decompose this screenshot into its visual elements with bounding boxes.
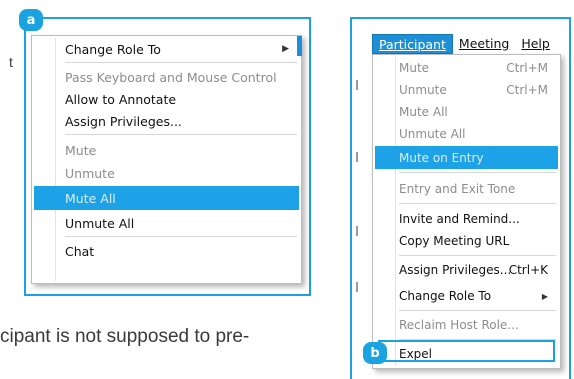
submenu-arrow-icon: ▶ [282, 44, 289, 54]
menu-item-label: Unmute All [399, 127, 466, 141]
menu-item-label: Unmute All [65, 215, 135, 231]
background-edge-mark [356, 80, 358, 90]
menu-item-label: Mute [65, 142, 97, 158]
menu-separator [65, 236, 297, 237]
menu-item-allow-to-annotate[interactable]: Allow to Annotate [34, 88, 299, 110]
background-edge-mark [356, 282, 358, 292]
background-text-fragment: t [9, 54, 13, 70]
callout-badge-a: a [19, 9, 43, 31]
menu-item-invite-and-remind[interactable]: Invite and Remind... [375, 208, 558, 230]
menu-item-label: Change Role To [65, 41, 161, 57]
menu-separator [65, 62, 297, 63]
menu-item-label: Mute on Entry [399, 150, 484, 165]
menu-item-label: Mute All [399, 105, 448, 119]
background-edge-mark [356, 152, 358, 162]
menu-item-entry-exit-tone[interactable]: Entry and Exit Tone [375, 178, 558, 200]
menu-separator [399, 310, 556, 311]
menu-item-label: Expel [399, 347, 433, 361]
menu-separator [65, 134, 297, 135]
background-paragraph-fragment: cipant is not supposed to pre- [0, 326, 250, 347]
participant-context-menu: Change Role To ▶ Pass Keyboard and Mouse… [31, 35, 302, 284]
menu-item-label: Entry and Exit Tone [399, 182, 516, 196]
menu-item-label: Invite and Remind... [399, 212, 520, 226]
menu-item-pass-keyboard-mouse-control[interactable]: Pass Keyboard and Mouse Control [34, 66, 299, 88]
menu-item-unmute-all[interactable]: Unmute All [375, 123, 558, 145]
menu-item-expel[interactable]: Expel [375, 343, 558, 365]
menu-item-assign-privileges[interactable]: Assign Privileges... Ctrl+K [375, 259, 558, 281]
menu-item-label: Change Role To [399, 289, 492, 303]
menu-item-label: Unmute [399, 83, 447, 97]
menu-item-change-role[interactable]: Change Role To ▶ [375, 285, 558, 307]
menu-separator [399, 339, 556, 340]
menu-item-mute[interactable]: Mute [34, 139, 299, 161]
menu-separator [399, 255, 556, 256]
menubar-meeting[interactable]: Meeting [453, 34, 515, 54]
menu-item-reclaim-host-role[interactable]: Reclaim Host Role... [375, 314, 558, 336]
menu-item-label: Mute All [65, 190, 116, 206]
menu-item-label: Reclaim Host Role... [399, 318, 519, 332]
menu-item-assign-privileges[interactable]: Assign Privileges... [34, 110, 299, 132]
background-edge-mark [356, 226, 358, 236]
menu-bar: Participant Meeting Help [372, 34, 556, 54]
callout-badge-b: b [363, 342, 387, 364]
menu-separator [399, 203, 556, 204]
menu-separator [399, 172, 556, 173]
menu-item-mute-all[interactable]: Mute All [375, 101, 558, 123]
menu-item-label: Allow to Annotate [65, 91, 177, 107]
menu-item-unmute-all[interactable]: Unmute All [34, 212, 299, 234]
menu-item-label: Assign Privileges... [399, 263, 512, 277]
menu-item-label: Mute [399, 61, 430, 75]
menu-item-label: Unmute [65, 165, 115, 181]
menu-item-mute-on-entry[interactable]: Mute on Entry [375, 146, 558, 169]
menu-item-shortcut: Ctrl+M [506, 83, 548, 97]
menubar-participant[interactable]: Participant [372, 34, 453, 54]
submenu-arrow-icon: ▶ [541, 291, 548, 301]
menu-item-shortcut: Ctrl+K [508, 263, 548, 277]
participant-dropdown-menu: Mute Ctrl+M Unmute Ctrl+M Mute All Unmut… [372, 54, 561, 369]
menu-item-mute-all[interactable]: Mute All [34, 186, 299, 210]
menu-item-change-role[interactable]: Change Role To ▶ [34, 38, 299, 60]
menu-item-shortcut: Ctrl+M [506, 61, 548, 75]
menu-item-label: Assign Privileges... [65, 113, 182, 129]
menu-item-mute[interactable]: Mute Ctrl+M [375, 57, 558, 79]
menu-item-copy-meeting-url[interactable]: Copy Meeting URL [375, 230, 558, 252]
menu-item-label: Chat [65, 243, 95, 259]
menubar-help[interactable]: Help [515, 34, 556, 54]
menu-item-unmute[interactable]: Unmute [34, 162, 299, 184]
menu-item-chat[interactable]: Chat [34, 240, 299, 262]
menu-item-unmute[interactable]: Unmute Ctrl+M [375, 79, 558, 101]
menu-item-label: Copy Meeting URL [399, 234, 510, 248]
menu-item-label: Pass Keyboard and Mouse Control [65, 69, 277, 85]
